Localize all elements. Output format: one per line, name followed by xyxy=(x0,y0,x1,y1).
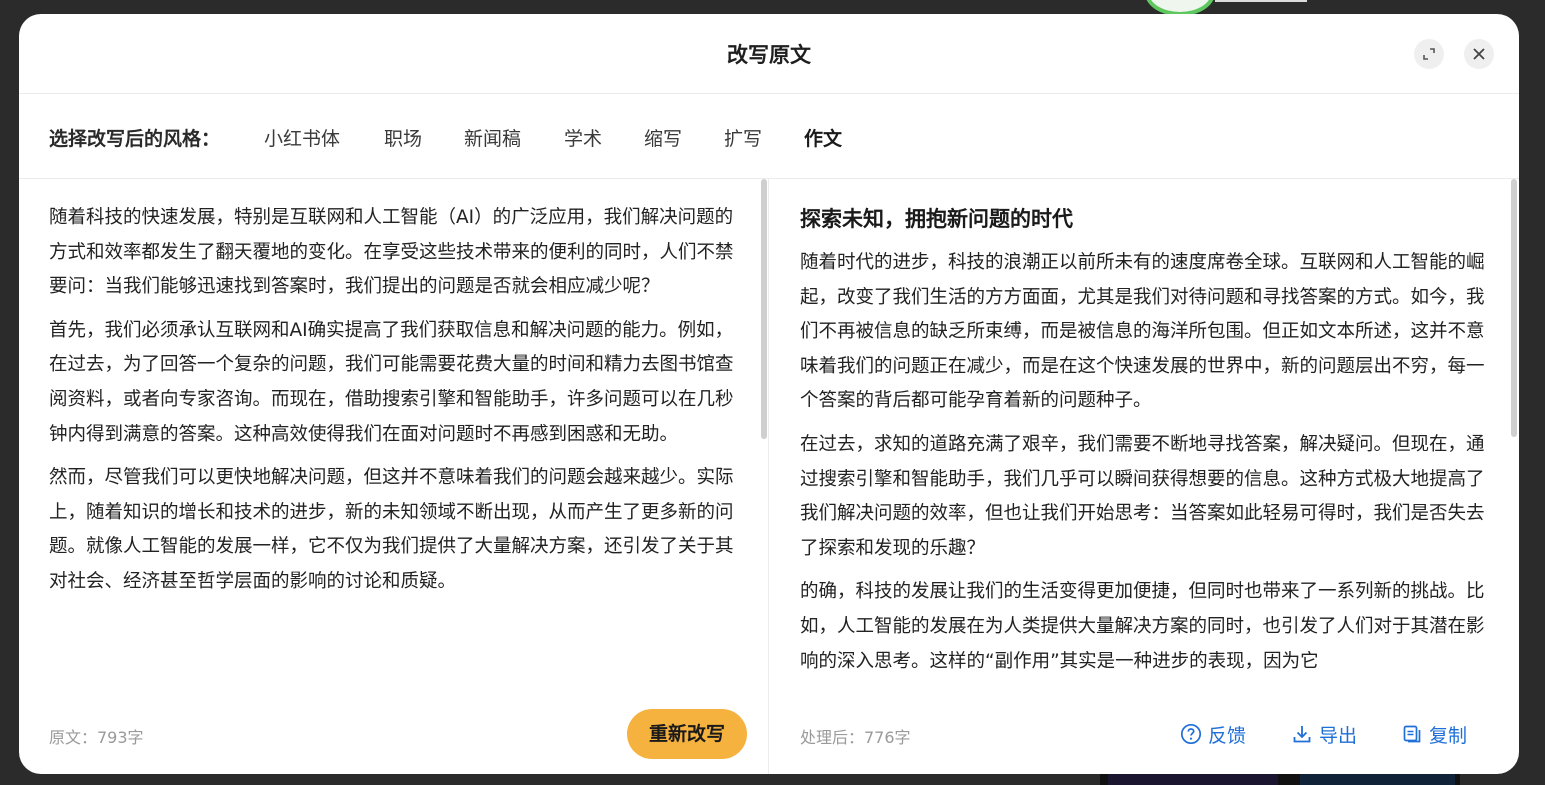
copy-icon xyxy=(1403,725,1421,743)
feedback-label: 反馈 xyxy=(1208,724,1247,747)
tab-academic[interactable]: 学术 xyxy=(564,124,602,151)
style-selector: 选择改写后的风格： 小红书体 职场 新闻稿 学术 缩写 扩写 作文 xyxy=(19,94,1519,179)
expand-button[interactable] xyxy=(1414,39,1444,69)
original-text-pane: 随着科技的快速发展，特别是互联网和人工智能（AI）的广泛应用，我们解决问题的方式… xyxy=(19,179,769,774)
tab-xiaohongshu[interactable]: 小红书体 xyxy=(264,124,340,151)
original-text-content[interactable]: 随着科技的快速发展，特别是互联网和人工智能（AI）的广泛应用，我们解决问题的方式… xyxy=(49,201,739,691)
download-icon xyxy=(1293,726,1311,743)
rewrite-modal: 改写原文 选择改写后的风格： 小红书体 职场 新闻稿 学术 缩写 扩写 作文 随… xyxy=(19,14,1519,774)
original-scrollbar[interactable] xyxy=(761,179,767,439)
rewritten-title: 探索未知，拥抱新问题的时代 xyxy=(800,207,1073,231)
regenerate-button[interactable]: 重新改写 xyxy=(627,709,747,759)
rewritten-scrollbar[interactable] xyxy=(1511,179,1517,437)
tab-workplace[interactable]: 职场 xyxy=(384,124,422,151)
tab-essay[interactable]: 作文 xyxy=(804,124,843,151)
style-selector-label: 选择改写后的风格： xyxy=(49,128,221,150)
rewritten-text-content[interactable]: 探索未知，拥抱新问题的时代 随着时代的进步，科技的浪潮正以前所未有的速度席卷全球… xyxy=(800,201,1490,691)
close-icon xyxy=(1473,48,1485,60)
copy-button[interactable]: 复制 xyxy=(1401,721,1467,747)
background-divider xyxy=(1215,0,1307,2)
tab-abbreviate[interactable]: 缩写 xyxy=(644,124,682,151)
rewritten-word-count: 处理后：776字 xyxy=(800,728,911,747)
original-word-count: 原文：793字 xyxy=(49,728,144,747)
copy-label: 复制 xyxy=(1429,724,1468,747)
rewritten-footer: 处理后：776字 反馈 导出 复制 xyxy=(769,694,1519,774)
export-label: 导出 xyxy=(1319,724,1358,747)
help-circle-icon xyxy=(1180,723,1202,745)
original-footer: 原文：793字 重新改写 xyxy=(19,694,768,774)
rewritten-paragraph: 随着时代的进步，科技的浪潮正以前所未有的速度席卷全球。互联网和人工智能的崛起，改… xyxy=(800,252,1485,412)
rewritten-text-pane: 探索未知，拥抱新问题的时代 随着时代的进步，科技的浪潮正以前所未有的速度席卷全球… xyxy=(769,179,1519,774)
close-button[interactable] xyxy=(1464,39,1494,69)
feedback-button[interactable]: 反馈 xyxy=(1180,721,1246,747)
rewritten-paragraph: 的确，科技的发展让我们的生活变得更加便捷，但同时也带来了一系列新的挑战。比如，人… xyxy=(800,581,1485,672)
export-button[interactable]: 导出 xyxy=(1291,721,1357,747)
tab-press-release[interactable]: 新闻稿 xyxy=(464,124,521,151)
modal-header: 改写原文 xyxy=(19,14,1519,94)
original-paragraph: 随着科技的快速发展，特别是互联网和人工智能（AI）的广泛应用，我们解决问题的方式… xyxy=(49,207,734,298)
rewritten-paragraph: 在过去，求知的道路充满了艰辛，我们需要不断地寻找答案，解决疑问。但现在，通过搜索… xyxy=(800,433,1485,559)
original-paragraph: 首先，我们必须承认互联网和AI确实提高了我们获取信息和解决问题的能力。例如，在过… xyxy=(49,319,734,445)
expand-icon xyxy=(1423,48,1435,60)
original-paragraph: 然而，尽管我们可以更快地解决问题，但这并不意味着我们的问题会越来越少。实际上，随… xyxy=(49,467,734,592)
modal-title: 改写原文 xyxy=(727,43,811,67)
tab-expand[interactable]: 扩写 xyxy=(724,124,762,151)
